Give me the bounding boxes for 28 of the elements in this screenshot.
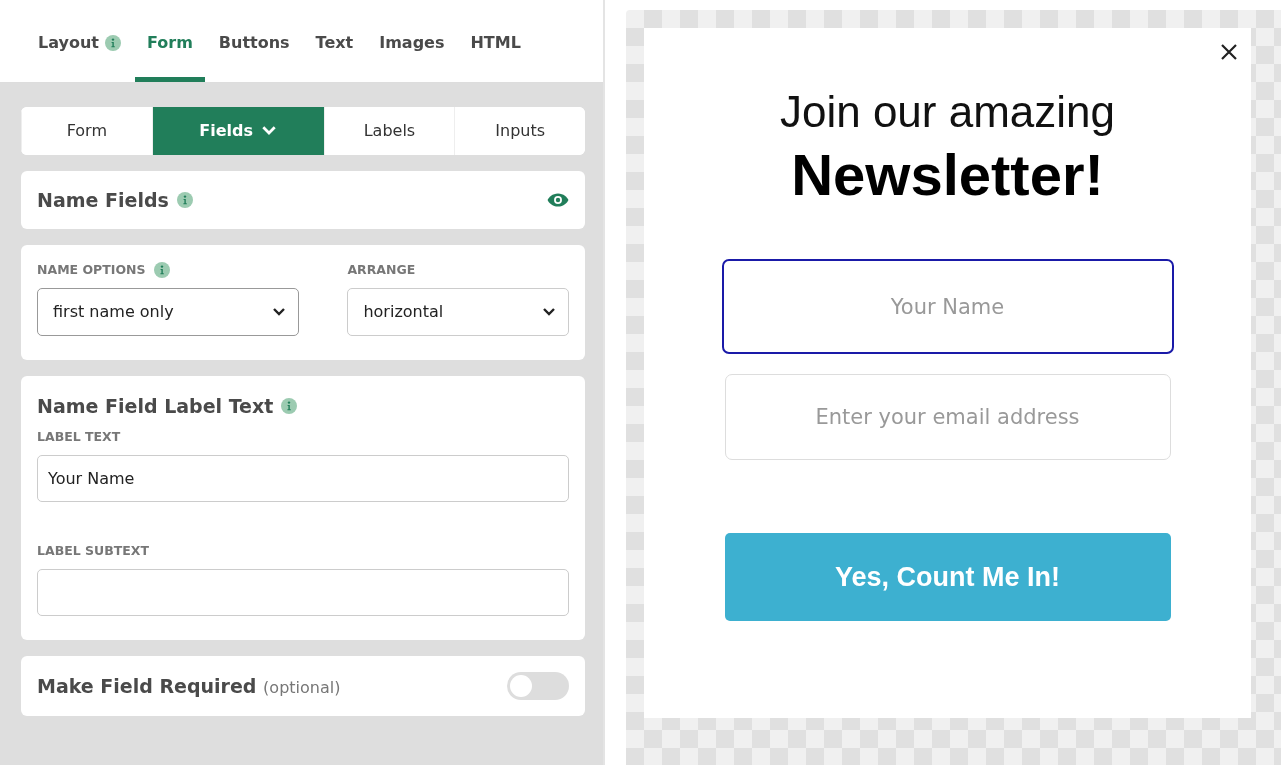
select-field[interactable]: first name only [37,287,300,336]
tab[interactable]: Layout [38,31,121,82]
input-field[interactable]: Your Name [721,259,1174,355]
section-title: Name Fields [37,187,169,213]
field-label: NAME OPTIONS [37,261,146,279]
info-icon[interactable] [104,35,121,51]
tab[interactable]: Images [379,31,445,82]
toggle-switch[interactable] [507,671,569,700]
field-label: LABEL SUBTEXT [37,542,150,560]
tab[interactable]: Text [315,31,354,82]
subtab[interactable]: Fields [151,107,324,155]
popup-heading: Join our amazing [779,86,1116,138]
subtab[interactable]: Inputs [454,107,585,155]
field-label: ARRANGE [347,261,416,279]
info-icon[interactable] [281,398,298,414]
chevron-down-icon [542,306,556,317]
select-field[interactable]: horizontal [347,287,569,336]
popup-title: Newsletter! [791,140,1104,209]
info-icon[interactable] [153,262,170,279]
section-title: Name Field Label Text [37,393,274,419]
info-icon[interactable] [176,192,193,208]
tab[interactable]: HTML [470,31,521,82]
tab[interactable]: Buttons [218,31,290,82]
chevron-down-icon [272,306,287,317]
section-title: Make Field Required (optional) [37,673,341,699]
field-label: LABEL TEXT [37,428,122,447]
eye-icon[interactable] [547,192,569,208]
input-field[interactable]: Your Name [37,455,569,502]
